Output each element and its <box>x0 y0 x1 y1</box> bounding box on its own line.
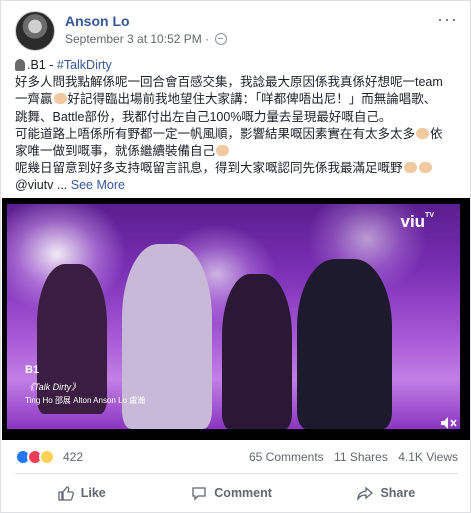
flexed-biceps-emoji-icon <box>216 145 230 157</box>
comments-count[interactable]: 65 Comments <box>249 450 324 464</box>
share-arrow-icon <box>357 486 374 501</box>
speaker-mute-icon[interactable] <box>440 416 458 430</box>
text-line: 跳舞、Battle部份，我都付出左自己100%嘅力量去呈現最好嘅自己。 <box>15 109 392 124</box>
views-count[interactable]: 4.1K Views <box>398 450 458 464</box>
folded-hands-emoji-icon <box>403 162 417 174</box>
mention-link[interactable]: @viutv ... <box>15 178 71 192</box>
video-frame: viuTV B1 《Talk Dirty》 Ting Ho 邵展 Alton A… <box>7 204 460 429</box>
more-dots-icon[interactable]: ··· <box>437 10 458 28</box>
globe-icon <box>215 33 228 45</box>
video-caption: B1 《Talk Dirty》 Ting Ho 邵展 Alton Anson L… <box>25 364 145 406</box>
open-hands-emoji-icon <box>416 127 430 139</box>
reaction-count[interactable]: 422 <box>63 450 83 464</box>
text-fragment: 一齊贏 <box>15 92 53 107</box>
share-button[interactable]: Share <box>357 486 415 501</box>
viutv-logo: viuTV <box>400 212 434 231</box>
comment-button[interactable]: Comment <box>191 486 272 501</box>
post-card: Anson Lo September 3 at 10:52 PM · ··· .… <box>0 0 471 513</box>
performer-names: Ting Ho 邵展 Alton Anson Lo 盧瀚 <box>25 396 146 405</box>
post-actions: Like Comment Share <box>15 478 458 508</box>
text-fragment: 呢幾日留意到好多支持嘅留言訊息，得到大家嘅認同先係我最滿足嘅野 <box>15 161 403 176</box>
segment-label: B1 <box>25 364 40 376</box>
post-text: .B1 - #TalkDirty 好多人問我點解係呢一回合會百感交集，我諗最大原… <box>15 57 459 195</box>
thumbs-up-icon <box>58 485 74 501</box>
text-fragment: 可能道路上唔係所有野都一定一帆風順，影響結果嘅因素實在有太多太多 <box>15 126 416 141</box>
text-fragment: 好記得臨出場前我地望住大家講：「咩都俾唔出尼！」而無論唱歌、 <box>67 92 437 107</box>
engagement-counts: 65 Comments 11 Shares 4.1K Views <box>242 450 458 464</box>
handshake-emoji-icon <box>53 93 67 105</box>
comment-bubble-icon <box>192 486 206 501</box>
text-line: 好多人問我點解係呢一回合會百感交集，我諗最大原因係我真係好想呢一team <box>15 75 443 90</box>
post-header: Anson Lo September 3 at 10:52 PM · ··· <box>15 10 458 51</box>
timestamp[interactable]: September 3 at 10:52 PM <box>65 32 202 46</box>
shares-count[interactable]: 11 Shares <box>334 450 388 464</box>
text-fragment: 家唯一做到嘅事，就係繼續裝備自己 <box>15 144 216 159</box>
see-more-link[interactable]: See More <box>71 178 125 192</box>
text-prefix: .B1 - <box>27 58 57 72</box>
microphone-icon <box>15 59 25 71</box>
video-player[interactable]: viuTV B1 《Talk Dirty》 Ting Ho 邵展 Alton A… <box>2 198 470 440</box>
like-button[interactable]: Like <box>58 485 106 501</box>
performer <box>297 259 392 429</box>
performer <box>222 274 292 429</box>
avatar[interactable] <box>15 11 55 51</box>
like-label: Like <box>80 486 106 500</box>
folded-hands-emoji-icon <box>418 162 432 174</box>
hashtag-link[interactable]: #TalkDirty <box>57 58 112 72</box>
share-label: Share <box>380 486 416 500</box>
author-name[interactable]: Anson Lo <box>65 13 130 29</box>
comment-label: Comment <box>214 486 272 500</box>
reaction-stats: 422 65 Comments 11 Shares 4.1K Views <box>15 448 458 466</box>
song-title: 《Talk Dirty》 <box>25 382 81 392</box>
haha-reaction-icon <box>39 449 55 465</box>
post-meta: September 3 at 10:52 PM · <box>65 32 228 46</box>
text-fragment: 依 <box>430 126 443 141</box>
divider <box>15 473 458 474</box>
